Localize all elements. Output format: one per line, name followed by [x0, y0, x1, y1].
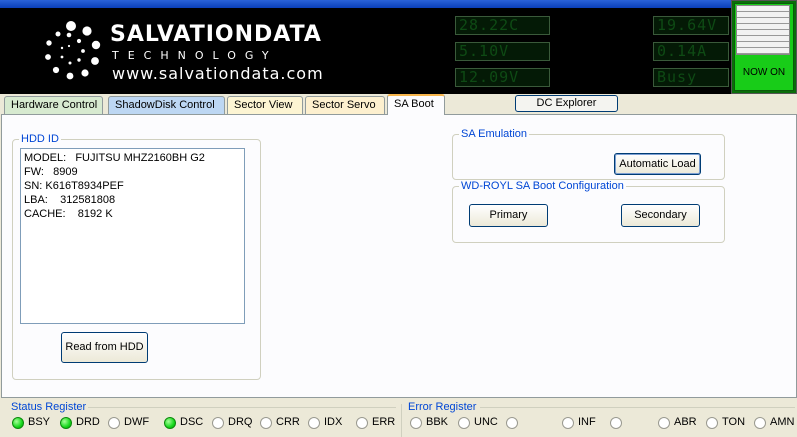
- led-label-bbk: BBK: [426, 416, 449, 428]
- led-label-abr: ABR: [674, 416, 697, 428]
- power-switch-icon: [736, 5, 790, 55]
- hdd-id-listbox[interactable]: MODEL: FUJITSU MHZ2160BH G2 FW: 8909 SN:…: [20, 148, 245, 324]
- led-drq: [212, 417, 224, 429]
- brand-tagline: TECHNOLOGY: [112, 49, 278, 62]
- twelve-volt-lcd: 12.09V: [455, 68, 550, 87]
- tab-label: ShadowDisk Control: [115, 99, 215, 111]
- tab-sector-view[interactable]: Sector View: [227, 96, 303, 114]
- tab-label: Sector Servo: [312, 99, 376, 111]
- tab-strip: Hardware Control ShadowDisk Control Sect…: [0, 94, 797, 115]
- led-ton: [706, 417, 718, 429]
- led-error-bit-2: [506, 417, 518, 429]
- swirl-logo-icon: [45, 21, 101, 80]
- led-err: [356, 417, 368, 429]
- led-label-ton: TON: [722, 416, 746, 428]
- led-amn: [754, 417, 766, 429]
- wd-royl-config-title: WD-ROYL SA Boot Configuration: [459, 180, 626, 192]
- led-bbk: [410, 417, 422, 429]
- five-volt-lcd: 5.10V: [455, 42, 550, 61]
- hdd-serial-line: SN: K616T8934PEF: [24, 180, 124, 192]
- error-register-divider: [480, 407, 795, 408]
- led-label-idx: IDX: [324, 416, 343, 428]
- error-register-title: Error Register: [408, 401, 477, 413]
- brand-header: SALVATIONDATA TECHNOLOGY www.salvationda…: [0, 8, 797, 94]
- status-register-title: Status Register: [11, 401, 87, 413]
- led-label-err: ERR: [372, 416, 396, 428]
- led-drd: [60, 417, 72, 429]
- tab-sector-servo[interactable]: Sector Servo: [305, 96, 385, 114]
- register-separator: [401, 404, 402, 437]
- brand-url: www.salvationdata.com: [112, 64, 324, 83]
- primary-button[interactable]: Primary: [469, 204, 548, 227]
- current-lcd: 0.14A: [653, 42, 729, 61]
- tab-label: SA Boot: [394, 98, 434, 110]
- led-label-drd: DRD: [76, 416, 100, 428]
- led-error-bit-4: [610, 417, 622, 429]
- led-label-amn: AMN: [770, 416, 795, 428]
- tab-shadowdisk-control[interactable]: ShadowDisk Control: [108, 96, 225, 114]
- dc-explorer-button[interactable]: DC Explorer: [515, 95, 618, 112]
- led-idx: [308, 417, 320, 429]
- register-status-bar: Status Register Error Register BSY DRD D…: [0, 398, 797, 437]
- hdd-lba-line: LBA: 312581808: [24, 194, 116, 206]
- led-crr: [260, 417, 272, 429]
- power-voltage-lcd: 19.64V: [653, 16, 729, 35]
- led-dwf: [108, 417, 120, 429]
- temperature-lcd: 28.22C: [455, 16, 550, 35]
- led-abr: [658, 417, 670, 429]
- led-label-inf: INF: [578, 416, 596, 428]
- status-register-divider: [88, 407, 396, 408]
- automatic-load-button[interactable]: Automatic Load: [614, 153, 701, 175]
- led-unc: [458, 417, 470, 429]
- led-label-drq: DRQ: [228, 416, 253, 428]
- tab-label: Hardware Control: [11, 99, 98, 111]
- led-bsy: [12, 417, 24, 429]
- sa-emulation-title: SA Emulation: [459, 128, 530, 140]
- hdd-cache-line: CACHE: 8192 K: [24, 208, 113, 220]
- brand-name: SALVATIONDATA: [110, 22, 322, 47]
- secondary-button[interactable]: Secondary: [621, 204, 700, 227]
- led-inf: [562, 417, 574, 429]
- led-dsc: [164, 417, 176, 429]
- power-toggle-button[interactable]: NOW ON: [731, 0, 797, 94]
- hdd-id-title: HDD ID: [19, 133, 61, 145]
- led-label-dwf: DWF: [124, 416, 150, 428]
- led-label-unc: UNC: [474, 416, 498, 428]
- hdd-firmware-line: FW: 8909: [24, 166, 78, 178]
- led-label-crr: CRR: [276, 416, 300, 428]
- drive-state-lcd: Busy: [653, 68, 729, 87]
- led-label-bsy: BSY: [28, 416, 51, 428]
- power-status-label: NOW ON: [742, 67, 786, 78]
- hdd-model-line: MODEL: FUJITSU MHZ2160BH G2: [24, 152, 205, 164]
- tab-sa-boot[interactable]: SA Boot: [387, 94, 445, 115]
- led-label-dsc: DSC: [180, 416, 204, 428]
- tab-hardware-control[interactable]: Hardware Control: [4, 96, 103, 114]
- window-title-bar[interactable]: [0, 0, 797, 8]
- read-from-hdd-button[interactable]: Read from HDD: [61, 332, 148, 363]
- tab-label: Sector View: [234, 99, 293, 111]
